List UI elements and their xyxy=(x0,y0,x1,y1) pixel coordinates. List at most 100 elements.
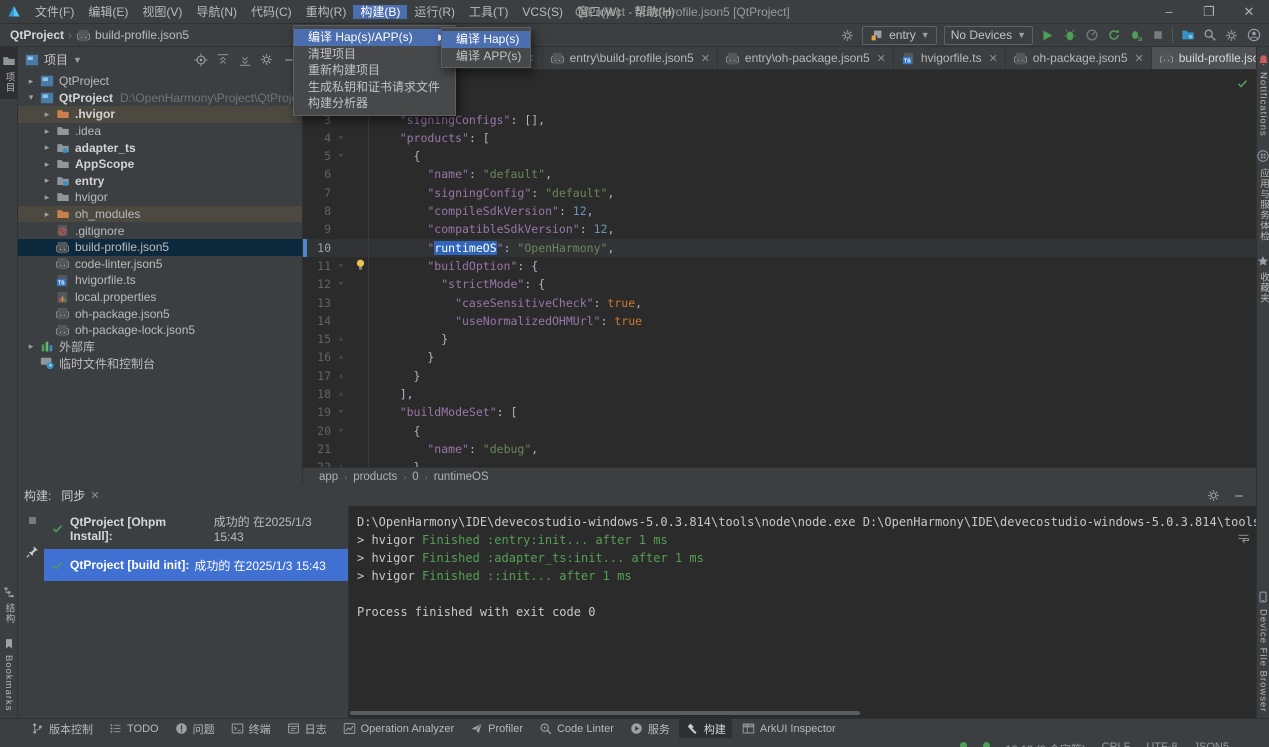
settings-sync-icon[interactable] xyxy=(840,28,855,43)
project-panel-title[interactable]: 项目 xyxy=(44,51,68,68)
tool-stripe-button-项目[interactable]: 项目 xyxy=(0,47,17,99)
menu-item-生成私钥和证书请求文件[interactable]: 生成私钥和证书请求文件 xyxy=(294,79,455,96)
toolwindow-button-终端[interactable]: 终端 xyxy=(224,719,277,739)
line-number[interactable]: 20 xyxy=(303,422,333,440)
fold-marker[interactable]: ▿ xyxy=(333,403,349,421)
project-view-dropdown-icon[interactable]: ▼ xyxy=(73,55,82,65)
fold-marker[interactable] xyxy=(333,312,349,330)
tree-item-qtproject[interactable]: ▾QtProjectD:\OpenHarmony\Project\QtProje… xyxy=(18,90,302,107)
build-panel-gear-icon[interactable] xyxy=(1206,488,1221,503)
fold-marker[interactable]: ▵ xyxy=(333,330,349,348)
intention-lightbulb-icon[interactable] xyxy=(353,257,368,272)
tree-item-local-properties[interactable]: local.properties xyxy=(18,289,302,306)
line-number[interactable]: 15 xyxy=(303,330,333,348)
expand-chevron-icon[interactable]: ▸ xyxy=(40,175,54,186)
menu-代码-c[interactable]: 代码(C) xyxy=(244,5,299,19)
tree-item-qtproject[interactable]: ▸QtProject xyxy=(18,73,302,90)
breadcrumb-runtimeos[interactable]: runtimeOS xyxy=(434,471,489,483)
tree-item-adapter-ts[interactable]: ▸adapter_ts xyxy=(18,139,302,156)
toolwindow-button-arkui-inspector[interactable]: ArkUI Inspector xyxy=(735,719,842,738)
toolwindow-button-版本控制[interactable]: 版本控制 xyxy=(24,719,99,739)
line-number[interactable]: 18 xyxy=(303,385,333,403)
line-number[interactable]: 7 xyxy=(303,184,333,202)
locate-file-icon[interactable] xyxy=(193,52,208,67)
line-number[interactable]: 17 xyxy=(303,367,333,385)
tree-item-oh-modules[interactable]: ▸oh_modules xyxy=(18,206,302,223)
breadcrumb-file[interactable]: {..} build-profile.json5 xyxy=(76,28,189,43)
fold-marker[interactable]: ▵ xyxy=(333,385,349,403)
tool-stripe-button-notifications[interactable]: Notifications xyxy=(1257,47,1269,143)
line-number[interactable]: 13 xyxy=(303,294,333,312)
menu-编辑-e[interactable]: 编辑(E) xyxy=(81,5,135,19)
rerun-button[interactable] xyxy=(1106,28,1121,43)
line-number[interactable]: 4 xyxy=(303,129,333,147)
close-tab-icon[interactable]: ✕ xyxy=(1135,52,1144,65)
toolwindow-button-日志[interactable]: 日志 xyxy=(280,719,333,739)
fold-marker[interactable]: ▵ xyxy=(333,367,349,385)
fold-marker[interactable] xyxy=(333,165,349,183)
tool-stripe-button-应用与服务体检[interactable]: 应用与服务体检 xyxy=(1257,143,1269,248)
fold-marker[interactable]: ▿ xyxy=(333,129,349,147)
tool-stripe-button-device-file-browser[interactable]: Device File Browser xyxy=(1257,584,1269,718)
tree-item-hvigorfile-ts[interactable]: TShvigorfile.ts xyxy=(18,272,302,289)
menu-导航-n[interactable]: 导航(N) xyxy=(189,5,244,19)
line-number[interactable]: 19 xyxy=(303,403,333,421)
tree-item-idea[interactable]: ▸.idea xyxy=(18,123,302,140)
editor-tab-hvigorfile-ts[interactable]: TShvigorfile.ts✕ xyxy=(894,47,1006,69)
tree-item-appscope[interactable]: ▸AppScope xyxy=(18,156,302,173)
toolwindow-button-问题[interactable]: 问题 xyxy=(168,719,221,739)
expand-chevron-icon[interactable]: ▸ xyxy=(40,126,54,137)
menu-工具-t[interactable]: 工具(T) xyxy=(462,5,515,19)
tree-item-entry[interactable]: ▸entry xyxy=(18,173,302,190)
line-number[interactable]: 6 xyxy=(303,165,333,183)
stop-button[interactable] xyxy=(1150,28,1165,43)
console-horizontal-scrollbar[interactable] xyxy=(350,711,860,715)
menu-item-清理项目[interactable]: 清理项目 xyxy=(294,46,455,63)
line-number[interactable]: 16 xyxy=(303,348,333,366)
soft-wrap-icon[interactable] xyxy=(1236,531,1251,546)
expand-chevron-icon[interactable]: ▸ xyxy=(40,192,54,203)
menu-item-重新构建项目[interactable]: 重新构建项目 xyxy=(294,62,455,79)
tree-item-外部库[interactable]: ▸外部库 xyxy=(18,339,302,356)
fold-marker[interactable]: ▵ xyxy=(333,458,349,467)
breadcrumb-app[interactable]: app xyxy=(319,471,338,483)
tree-item-临时文件和控制台[interactable]: 临时文件和控制台 xyxy=(18,355,302,372)
submenu-item-编译-app-s[interactable]: 编译 APP(s) xyxy=(442,48,530,65)
settings-gear-icon[interactable] xyxy=(1224,28,1239,43)
tool-stripe-button-结构[interactable]: 结构 xyxy=(0,578,17,630)
line-number[interactable]: 9 xyxy=(303,220,333,238)
line-number[interactable]: 8 xyxy=(303,202,333,220)
build-console-output[interactable]: D:\OpenHarmony\IDE\devecostudio-windows-… xyxy=(348,506,1256,718)
menu-文件-f[interactable]: 文件(F) xyxy=(28,5,81,19)
fold-marker[interactable]: ▿ xyxy=(333,257,349,275)
tree-item-hvigor[interactable]: ▸hvigor xyxy=(18,189,302,206)
run-config-selector[interactable]: entry▼ xyxy=(862,26,937,45)
menu-构建-b[interactable]: 构建(B) xyxy=(353,5,407,19)
search-everywhere-icon[interactable] xyxy=(1202,28,1217,43)
attach-debugger-button[interactable] xyxy=(1128,28,1143,43)
fold-marker[interactable] xyxy=(333,184,349,202)
toolwindow-button-operation-analyzer[interactable]: Operation Analyzer xyxy=(336,719,461,738)
menu-重构-r[interactable]: 重构(R) xyxy=(299,5,354,19)
line-number[interactable]: 21 xyxy=(303,440,333,458)
expand-chevron-icon[interactable]: ▸ xyxy=(40,159,54,170)
fold-marker[interactable]: ▿ xyxy=(333,147,349,165)
menu-视图-v[interactable]: 视图(V) xyxy=(135,5,189,19)
tree-item-build-profile-json5[interactable]: {..}build-profile.json5 xyxy=(18,239,302,256)
close-button[interactable]: ✕ xyxy=(1229,0,1269,24)
collapse-chevron-icon[interactable]: ▾ xyxy=(24,92,38,103)
close-tab-icon[interactable]: ✕ xyxy=(989,52,998,65)
tree-item-gitignore[interactable]: .gitignore xyxy=(18,222,302,239)
debug-button[interactable] xyxy=(1062,28,1077,43)
tree-item-code-linter-json5[interactable]: {..}code-linter.json5 xyxy=(18,256,302,273)
editor-tab-entry-oh-package-json5[interactable]: {..}entry\oh-package.json5✕ xyxy=(718,47,894,69)
expand-chevron-icon[interactable]: ▸ xyxy=(40,142,54,153)
collapse-all-icon[interactable] xyxy=(237,52,252,67)
line-number[interactable]: 12 xyxy=(303,275,333,293)
device-file-browser-icon[interactable] xyxy=(1180,28,1195,43)
toolwindow-button-code-linter[interactable]: Code Linter xyxy=(532,719,620,738)
panel-settings-gear-icon[interactable] xyxy=(259,52,274,67)
inspection-ok-check-icon[interactable] xyxy=(1235,76,1250,91)
line-number[interactable]: 14 xyxy=(303,312,333,330)
run-button[interactable] xyxy=(1040,28,1055,43)
